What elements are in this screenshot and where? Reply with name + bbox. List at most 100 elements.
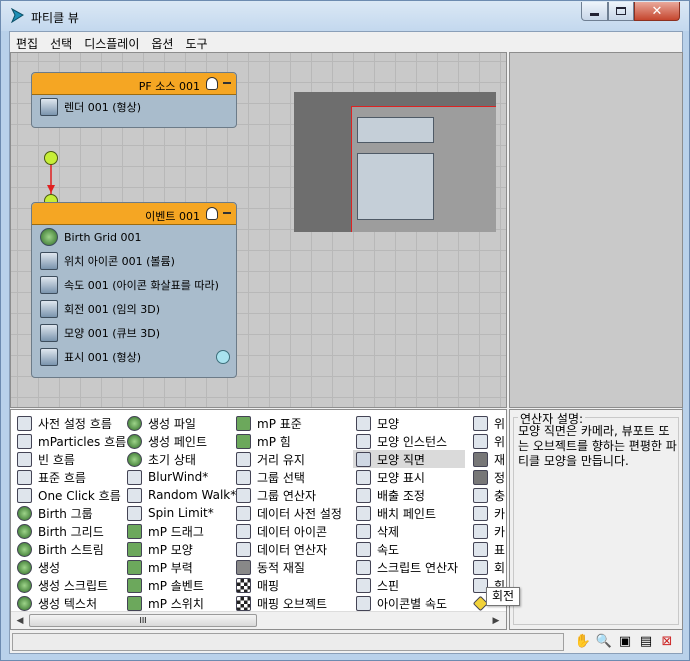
depot-item[interactable]: 배출 조정 xyxy=(356,486,465,504)
zoom-extents-icon[interactable]: ▤ xyxy=(637,633,655,651)
output-port[interactable] xyxy=(44,151,58,165)
depot-item[interactable]: 스핀 xyxy=(356,576,465,594)
operator-label: 위치 아이콘 001 (볼륨) xyxy=(64,255,175,268)
depot-item[interactable]: 표 xyxy=(473,540,505,558)
depot-item[interactable]: Birth 그리드 xyxy=(17,522,126,540)
depot-item[interactable]: mP 힘 xyxy=(236,432,342,450)
flow-icon xyxy=(17,487,32,503)
depot-item[interactable]: mP 표준 xyxy=(236,414,342,432)
close-icon: ✕ xyxy=(651,3,663,19)
depot-item[interactable]: 사전 설정 흐름 xyxy=(17,414,126,432)
scroll-left-icon[interactable]: ◀ xyxy=(13,614,27,628)
depot-item[interactable]: Birth 스트림 xyxy=(17,540,126,558)
depot-item[interactable]: 위 xyxy=(473,432,505,450)
camera-icon xyxy=(473,523,488,539)
depot-item[interactable]: 데이터 사전 설정 xyxy=(236,504,342,522)
zoom-region-icon[interactable]: ▣ xyxy=(616,633,634,651)
depot-item[interactable]: mParticles 흐름 xyxy=(17,432,126,450)
menu-select[interactable]: 선택 xyxy=(44,32,78,52)
horizontal-scrollbar[interactable]: ◀ III ▶ xyxy=(11,611,506,629)
depot-item[interactable]: 모양 인스턴스 xyxy=(356,432,465,450)
depot-item[interactable]: 데이터 아이콘 xyxy=(236,522,342,540)
depot-item[interactable]: 표준 흐름 xyxy=(17,468,126,486)
depot-item[interactable]: 재 xyxy=(473,450,505,468)
depot-item[interactable]: 동적 재질 xyxy=(236,558,342,576)
depot-item[interactable]: Spin Limit* xyxy=(127,504,236,522)
depot-item[interactable]: 빈 흐름 xyxy=(17,450,126,468)
particle-graph-view[interactable]: PF 소스 001 렌더 001 (형상) 이벤트 001 Birth Grid… xyxy=(10,52,507,408)
operator-row[interactable]: 모양 001 (큐브 3D) xyxy=(32,321,236,345)
depot-column: 위 위 재 정 충 카 카 표 회 힘 xyxy=(472,414,505,612)
event-node-header[interactable]: 이벤트 001 xyxy=(32,203,236,225)
depot-item[interactable]: 매핑 오브젝트 xyxy=(236,594,342,612)
operator-row[interactable]: 표시 001 (형상) xyxy=(32,345,236,369)
depot-item[interactable]: 회 xyxy=(473,558,505,576)
depot-item[interactable]: 아이콘별 속도 xyxy=(356,594,465,612)
operator-row[interactable]: Birth Grid 001 xyxy=(32,225,236,249)
collapse-icon[interactable] xyxy=(223,212,231,214)
depot-item[interactable]: 카 xyxy=(473,522,505,540)
depot-item[interactable]: Random Walk* xyxy=(127,486,236,504)
rotation-icon xyxy=(473,559,488,575)
depot-item[interactable]: BlurWind* xyxy=(127,468,236,486)
depot-item[interactable]: 배치 페인트 xyxy=(356,504,465,522)
source-node[interactable]: PF 소스 001 렌더 001 (형상) xyxy=(31,72,237,128)
menu-display[interactable]: 디스플레이 xyxy=(78,32,145,52)
menu-edit[interactable]: 편집 xyxy=(10,32,44,52)
depot-item[interactable]: 카 xyxy=(473,504,505,522)
scroll-right-icon[interactable]: ▶ xyxy=(489,614,503,628)
depot-item[interactable]: mP 부력 xyxy=(127,558,236,576)
menu-tools[interactable]: 도구 xyxy=(179,32,213,52)
depot-item[interactable]: 생성 xyxy=(17,558,126,576)
depot-item[interactable]: mP 솔벤트 xyxy=(127,576,236,594)
depot-item[interactable]: 생성 스크립트 xyxy=(17,576,126,594)
operator-row[interactable]: 위치 아이콘 001 (볼륨) xyxy=(32,249,236,273)
depot-item[interactable]: 스크립트 연산자 xyxy=(356,558,465,576)
close-button[interactable]: ✕ xyxy=(634,2,680,21)
depot-item[interactable]: 충 xyxy=(473,486,505,504)
event-node[interactable]: 이벤트 001 Birth Grid 001 위치 아이콘 001 (볼륨) 속… xyxy=(31,202,237,378)
depot-item[interactable]: 생성 파일 xyxy=(127,414,236,432)
depot-item[interactable]: Birth 그룹 xyxy=(17,504,126,522)
lightbulb-icon[interactable] xyxy=(206,77,218,90)
depot-item[interactable]: 속도 xyxy=(356,540,465,558)
operator-row[interactable]: 회전 001 (임의 3D) xyxy=(32,297,236,321)
test-output-port[interactable] xyxy=(216,350,230,364)
depot-item[interactable]: One Click 흐름 xyxy=(17,486,126,504)
source-node-header[interactable]: PF 소스 001 xyxy=(32,73,236,95)
collapse-icon[interactable] xyxy=(223,82,231,84)
depot-item[interactable]: 생성 텍스처 xyxy=(17,594,126,612)
depot-item[interactable]: 거리 유지 xyxy=(236,450,342,468)
depot-item[interactable]: 모양 표시 xyxy=(356,468,465,486)
depot-item[interactable]: 초기 상태 xyxy=(127,450,236,468)
depot-item[interactable]: 매핑 xyxy=(236,576,342,594)
depot-item[interactable]: 그룹 선택 xyxy=(236,468,342,486)
depot-item[interactable]: 데이터 연산자 xyxy=(236,540,342,558)
app-window: 파티클 뷰 ✕ 편집 선택 디스플레이 옵션 도구 PF 소스 001 렌더 0… xyxy=(0,0,690,661)
depot-item[interactable]: 생성 페인트 xyxy=(127,432,236,450)
depot-item[interactable]: 그룹 연산자 xyxy=(236,486,342,504)
maximize-button[interactable] xyxy=(608,2,634,21)
depot-item[interactable]: 모양 xyxy=(356,414,465,432)
operator-label: 표시 001 (형상) xyxy=(64,351,142,364)
depot-item[interactable]: 정 xyxy=(473,468,505,486)
menu-options[interactable]: 옵션 xyxy=(145,32,179,52)
no-zoom-icon[interactable]: ⊠ xyxy=(658,633,676,651)
depot-item[interactable]: mP 모양 xyxy=(127,540,236,558)
depot-item[interactable]: 위 xyxy=(473,414,505,432)
zoom-icon[interactable]: 🔍 xyxy=(595,633,613,651)
navigator-preview[interactable] xyxy=(294,92,496,232)
scroll-thumb[interactable]: III xyxy=(29,614,257,627)
minimize-button[interactable] xyxy=(581,2,608,21)
operator-row[interactable]: 속도 001 (아이콘 화살표를 따라) xyxy=(32,273,236,297)
operator-row[interactable]: 렌더 001 (형상) xyxy=(32,95,236,119)
speed-icon xyxy=(40,276,58,294)
depot-item[interactable]: mP 드래그 xyxy=(127,522,236,540)
lightbulb-icon[interactable] xyxy=(206,207,218,220)
depot-item-selected[interactable]: 모양 직면 xyxy=(353,450,465,468)
birth-icon xyxy=(17,541,32,557)
depot-item[interactable]: 삭제 xyxy=(356,522,465,540)
depot-item[interactable]: mP 스위치 xyxy=(127,594,236,612)
title-bar[interactable]: 파티클 뷰 ✕ xyxy=(1,1,689,31)
pan-hand-icon[interactable]: ✋ xyxy=(574,633,592,651)
